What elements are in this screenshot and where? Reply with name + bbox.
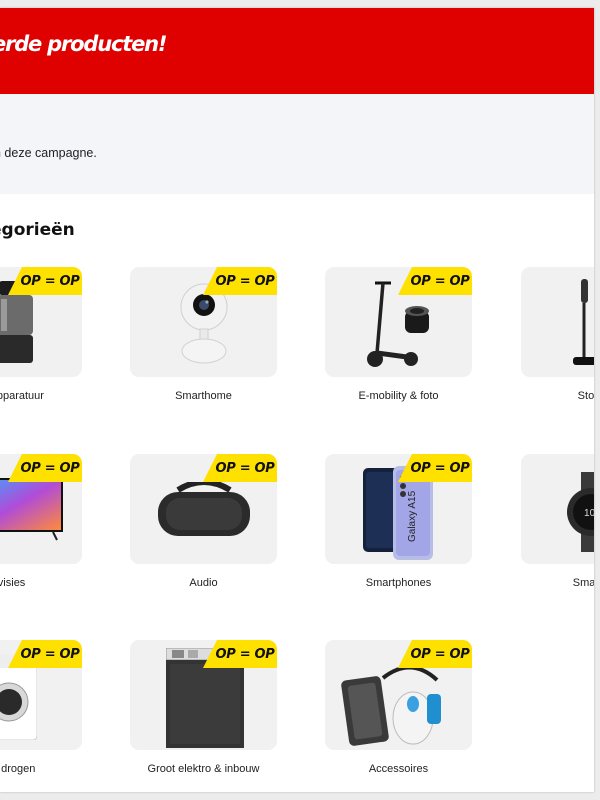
op-op-badge: OP = OP xyxy=(203,267,277,295)
category-grid: OP = OP kenapparatuur OP = OP Smarthome xyxy=(0,8,594,792)
category-card[interactable]: OP = OP xyxy=(130,640,277,750)
op-op-badge: OP = OP xyxy=(398,267,472,295)
category-tile-smarthome[interactable]: OP = OP Smarthome xyxy=(130,267,280,427)
tile-label: kenapparatuur xyxy=(0,390,44,402)
category-card[interactable]: 10: OP = OP xyxy=(521,454,594,564)
category-card[interactable]: OP = OP xyxy=(0,454,82,564)
tile-label: E-mobility & foto xyxy=(358,390,439,402)
category-tile-stofzuigers[interactable]: OP = OP Stofzui xyxy=(521,267,594,427)
tile-label: Smarthome xyxy=(175,390,232,402)
op-op-badge: OP = OP xyxy=(203,640,277,668)
tile-label: Accessoires xyxy=(368,763,429,775)
category-tile-wassen-drogen[interactable]: OP = OP n & drogen xyxy=(0,640,85,792)
category-card[interactable]: OP = OP xyxy=(0,640,82,750)
category-tile-smartphones[interactable]: Galaxy A15 OP = OP Smartphones xyxy=(325,454,475,614)
tile-label: Groot elektro & inbouw xyxy=(147,763,260,775)
accessories-icon xyxy=(341,665,441,746)
category-card[interactable]: OP = OP xyxy=(130,454,277,564)
category-card[interactable]: OP = OP xyxy=(521,267,594,377)
category-tile-televisies[interactable]: OP = OP evisies xyxy=(0,454,85,614)
category-tile-smartwatches[interactable]: 10: OP = OP Smartwa xyxy=(521,454,594,614)
category-tile-keukenapparatuur[interactable]: OP = OP kenapparatuur xyxy=(0,267,85,427)
op-op-badge: OP = OP xyxy=(398,640,472,668)
tile-label: evisies xyxy=(0,577,26,589)
television-icon xyxy=(0,478,63,541)
category-tile-accessoires[interactable]: OP = OP Accessoires xyxy=(325,640,475,792)
category-card[interactable]: OP = OP xyxy=(325,640,472,750)
category-card[interactable]: OP = OP xyxy=(0,267,82,377)
category-tile-e-mobility[interactable]: OP = OP E-mobility & foto xyxy=(325,267,475,427)
category-card[interactable]: Galaxy A15 OP = OP xyxy=(325,454,472,564)
op-op-badge: OP = OP xyxy=(398,454,472,482)
op-op-badge: OP = OP xyxy=(203,454,277,482)
tile-label: Stofzui xyxy=(577,390,594,402)
op-op-badge: OP = OP xyxy=(8,640,82,668)
category-tile-audio[interactable]: OP = OP Audio xyxy=(130,454,280,614)
svg-text:10:: 10: xyxy=(584,508,594,519)
tile-label: Smartphones xyxy=(365,577,432,589)
stick-vacuum-icon xyxy=(573,279,594,365)
tile-label: Audio xyxy=(189,577,218,589)
category-tile-groot-elektro[interactable]: OP = OP Groot elektro & inbouw xyxy=(130,640,280,792)
page-frame: erde producten! n deze campagne. egorieë… xyxy=(0,8,594,792)
op-op-badge: OP = OP xyxy=(8,454,82,482)
phone-brand-text: Galaxy A15 xyxy=(407,490,418,542)
tile-label: n & drogen xyxy=(0,763,36,775)
speaker-icon xyxy=(158,482,250,536)
category-card[interactable]: OP = OP xyxy=(325,267,472,377)
smartwatch-icon: 10: xyxy=(567,472,594,552)
op-op-badge: OP = OP xyxy=(8,267,82,295)
category-card[interactable]: OP = OP xyxy=(130,267,277,377)
tile-label: Smartwa xyxy=(572,577,594,589)
